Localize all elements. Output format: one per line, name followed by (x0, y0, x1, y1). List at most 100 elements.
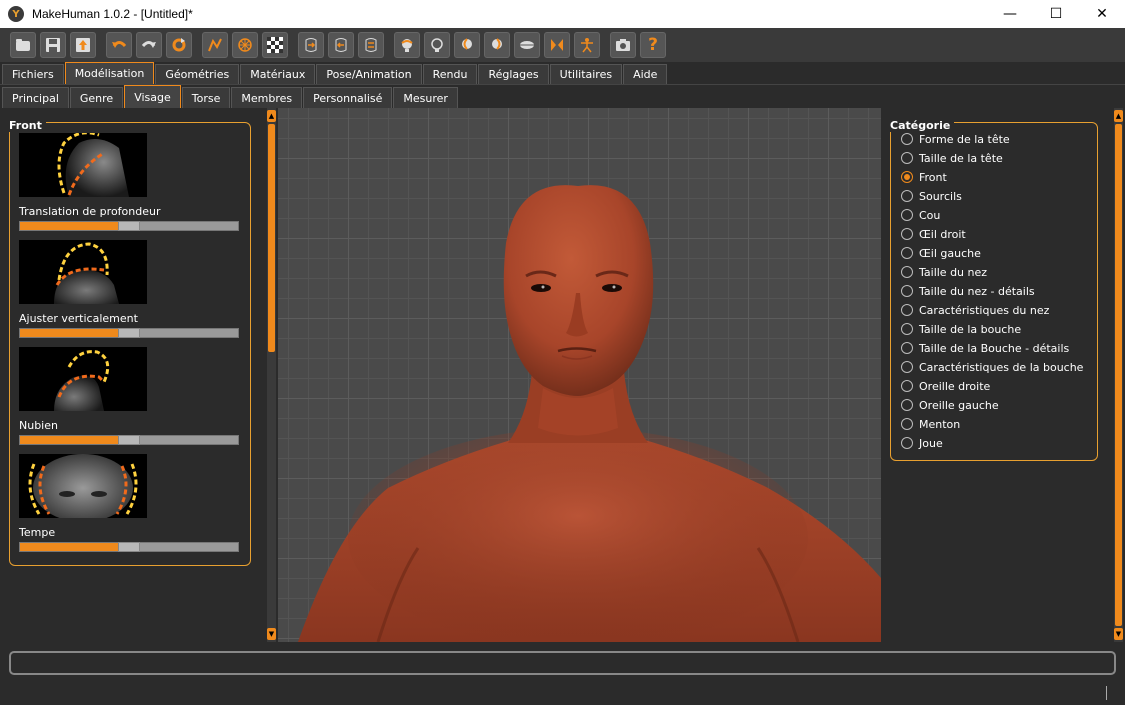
slider-handle[interactable] (118, 542, 140, 552)
tab-modelisation[interactable]: Modélisation (64, 62, 155, 84)
symmetry-icon[interactable] (514, 32, 540, 58)
undo-icon[interactable] (106, 32, 132, 58)
radio-joue[interactable]: Joue (901, 435, 943, 451)
save-icon[interactable] (40, 32, 66, 58)
radio-taille-bouche[interactable]: Taille de la bouche (901, 321, 1021, 337)
scrollbar-thumb[interactable] (1115, 124, 1122, 626)
category-panel: Catégorie Forme de la tête Taille de la … (890, 119, 1098, 461)
radio-caracteristiques-bouche[interactable]: Caractéristiques de la bouche (901, 359, 1083, 375)
slider-label: Nubien (19, 419, 58, 432)
depth-translation-slider[interactable] (19, 221, 239, 231)
scroll-up-arrow-icon[interactable]: ▲ (1114, 110, 1123, 122)
close-button[interactable]: ✕ (1079, 0, 1125, 28)
slider-fill (20, 329, 129, 337)
radio-cou[interactable]: Cou (901, 207, 940, 223)
radio-icon (901, 380, 913, 392)
tab-materiaux[interactable]: Matériaux (240, 64, 316, 84)
pose-icon[interactable] (574, 32, 600, 58)
slider-label: Ajuster verticalement (19, 312, 138, 325)
reset-icon[interactable] (166, 32, 192, 58)
background-icon[interactable] (262, 32, 288, 58)
back-view-icon[interactable] (328, 32, 354, 58)
subtab-visage[interactable]: Visage (124, 85, 181, 108)
slider-handle[interactable] (118, 221, 140, 231)
radio-sourcils[interactable]: Sourcils (901, 188, 962, 204)
temple-slider[interactable] (19, 542, 239, 552)
right-panel-scrollbar[interactable]: ▲ ▼ (1114, 108, 1123, 642)
vertical-adjust-slider[interactable] (19, 328, 239, 338)
slider-block: Ajuster verticalement (19, 240, 243, 338)
radio-label: Sourcils (919, 189, 962, 203)
radio-oreille-gauche[interactable]: Oreille gauche (901, 397, 999, 413)
window-controls: — ☐ ✕ (987, 0, 1125, 28)
subtab-genre[interactable]: Genre (69, 87, 124, 108)
slider-block: Tempe (19, 454, 243, 552)
radio-taille-nez-details[interactable]: Taille du nez - détails (901, 283, 1035, 299)
redo-icon[interactable] (136, 32, 162, 58)
maximize-button[interactable]: ☐ (1033, 0, 1079, 28)
slider-block: Translation de profondeur (19, 133, 243, 231)
radio-label: Œil gauche (919, 246, 981, 260)
tab-rendu[interactable]: Rendu (422, 64, 478, 84)
bottom-view-icon[interactable] (454, 32, 480, 58)
radio-label: Caractéristiques de la bouche (919, 360, 1084, 374)
radio-label: Oreille gauche (919, 398, 999, 412)
slider-handle[interactable] (118, 328, 140, 338)
tab-pose-animation[interactable]: Pose/Animation (316, 64, 422, 84)
help-icon[interactable]: ? (640, 32, 666, 58)
radio-forme-tete[interactable]: Forme de la tête (901, 131, 1010, 147)
window-title: MakeHuman 1.0.2 - [Untitled]* (32, 7, 193, 21)
open-icon[interactable] (10, 32, 36, 58)
radio-label: Joue (919, 436, 943, 450)
top-view-icon[interactable] (424, 32, 450, 58)
scroll-up-arrow-icon[interactable]: ▲ (267, 110, 276, 122)
subtab-mesurer[interactable]: Mesurer (393, 87, 458, 108)
smooth-icon[interactable] (232, 32, 258, 58)
right-view-icon[interactable] (394, 32, 420, 58)
tab-aide[interactable]: Aide (623, 64, 668, 84)
wireframe-icon[interactable] (202, 32, 228, 58)
temple-preview-image (19, 454, 147, 518)
reset-camera-icon[interactable] (484, 32, 510, 58)
left-view-icon[interactable] (358, 32, 384, 58)
radio-label: Menton (919, 417, 961, 431)
radio-menton[interactable]: Menton (901, 416, 960, 432)
radio-front[interactable]: Front (901, 169, 947, 185)
tab-fichiers[interactable]: Fichiers (2, 64, 64, 84)
slider-label: Tempe (19, 526, 56, 539)
radio-taille-tete[interactable]: Taille de la tête (901, 150, 1003, 166)
skeleton-icon[interactable] (544, 32, 570, 58)
subtab-personnalise[interactable]: Personnalisé (303, 87, 393, 108)
radio-oreille-droite[interactable]: Oreille droite (901, 378, 990, 394)
subtab-torse[interactable]: Torse (181, 87, 231, 108)
subtab-membres[interactable]: Membres (231, 87, 303, 108)
makehuman-window: Y MakeHuman 1.0.2 - [Untitled]* — ☐ ✕ ? … (0, 0, 1125, 705)
nubian-slider[interactable] (19, 435, 239, 445)
scroll-down-arrow-icon[interactable]: ▼ (267, 628, 276, 640)
front-view-icon[interactable] (298, 32, 324, 58)
screenshot-icon[interactable] (610, 32, 636, 58)
app-logo-icon: Y (8, 6, 24, 22)
radio-icon (901, 418, 913, 430)
3d-viewport[interactable] (278, 108, 881, 642)
radio-label: Forme de la tête (919, 132, 1010, 146)
radio-taille-bouche-details[interactable]: Taille de la Bouche - détails (901, 340, 1069, 356)
tab-utilitaires[interactable]: Utilitaires (549, 64, 623, 84)
radio-oeil-droit[interactable]: Œil droit (901, 226, 966, 242)
radio-label: Caractéristiques du nez (919, 303, 1050, 317)
minimize-button[interactable]: — (987, 0, 1033, 28)
tab-geometries[interactable]: Géométries (155, 64, 240, 84)
left-panel-scrollbar[interactable]: ▲ ▼ (267, 108, 276, 642)
radio-icon (901, 323, 913, 335)
slider-handle[interactable] (118, 435, 140, 445)
subtab-principal[interactable]: Principal (2, 87, 69, 108)
tab-reglages[interactable]: Réglages (478, 64, 549, 84)
radio-oeil-gauche[interactable]: Œil gauche (901, 245, 981, 261)
scrollbar-thumb[interactable] (268, 124, 275, 352)
status-separator (1106, 686, 1107, 700)
radio-icon (901, 152, 913, 164)
radio-caracteristiques-nez[interactable]: Caractéristiques du nez (901, 302, 1049, 318)
radio-taille-nez[interactable]: Taille du nez (901, 264, 987, 280)
scroll-down-arrow-icon[interactable]: ▼ (1114, 628, 1123, 640)
export-icon[interactable] (70, 32, 96, 58)
